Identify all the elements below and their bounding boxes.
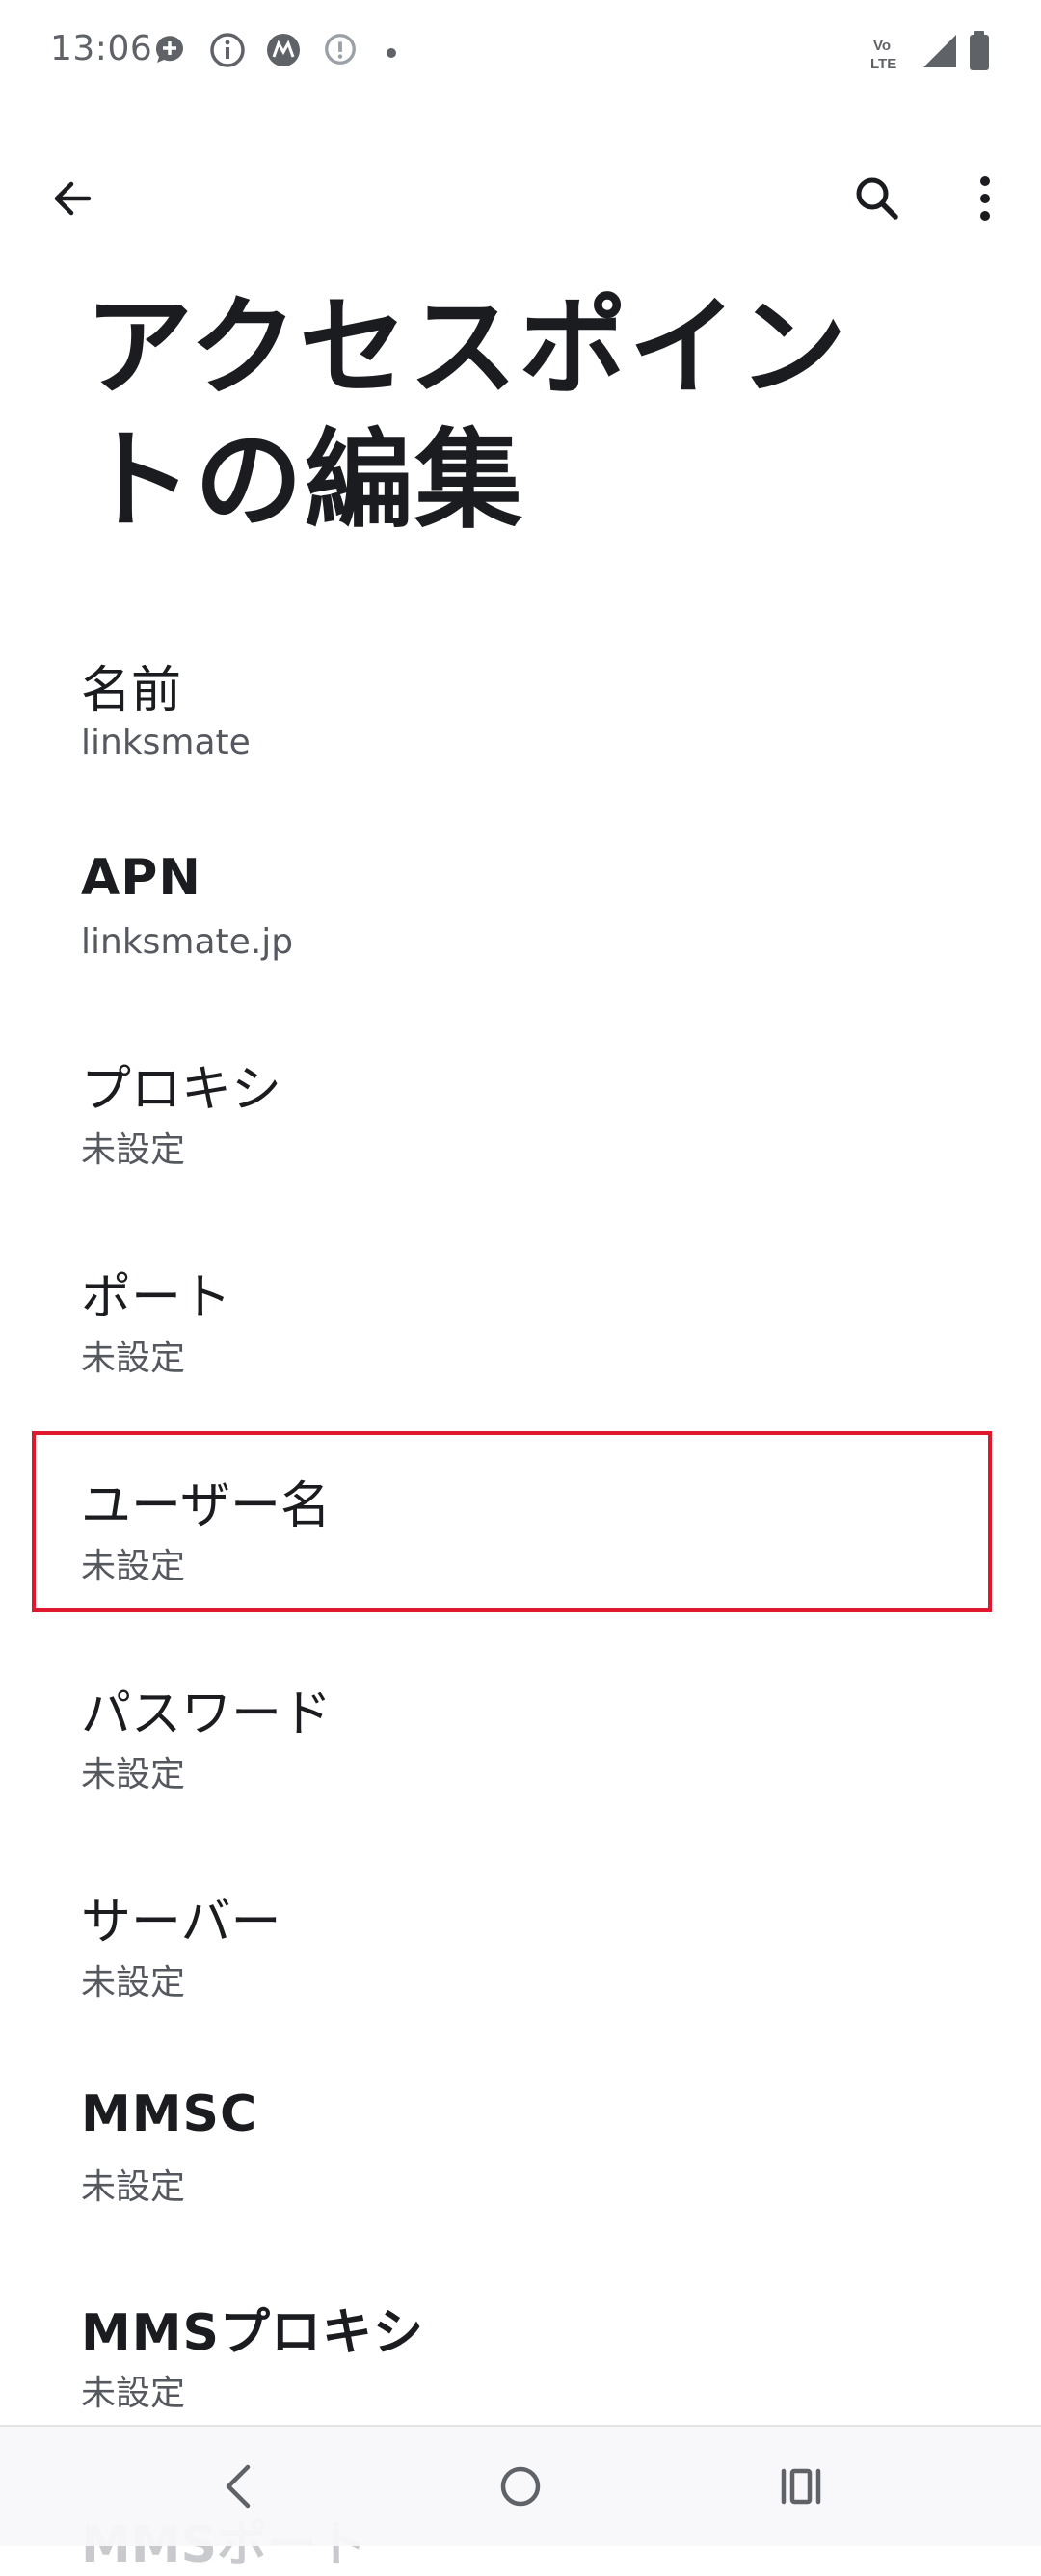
setting-summary: 未設定 xyxy=(81,1963,186,2003)
more-options-button[interactable] xyxy=(950,164,1020,233)
setting-summary: linksmate.jp xyxy=(81,922,294,962)
setting-title: 名前 xyxy=(81,662,182,720)
setting-title: ポート xyxy=(81,1269,232,1327)
setting-mmsc[interactable]: MMSC 未設定 xyxy=(0,2053,1041,2259)
setting-summary: 未設定 xyxy=(81,2167,186,2207)
setting-summary: linksmate xyxy=(81,723,251,762)
setting-title: APN xyxy=(81,849,201,907)
setting-name[interactable]: 名前 linksmate xyxy=(0,617,1041,816)
status-time: 13:06 xyxy=(50,29,153,68)
arrow-back-icon xyxy=(54,181,92,216)
setting-title: パスワード xyxy=(81,1686,333,1743)
nav-back-icon xyxy=(226,2464,251,2509)
volte-icon: Vo LTE xyxy=(868,35,910,77)
setting-summary: 未設定 xyxy=(81,1755,186,1794)
nav-recents-button[interactable] xyxy=(767,2456,835,2517)
battery-icon xyxy=(968,31,991,75)
nav-home-icon xyxy=(500,2466,541,2507)
chat-plus-icon xyxy=(152,31,191,73)
search-icon xyxy=(856,177,898,220)
setting-summary: 未設定 xyxy=(81,1339,186,1378)
setting-summary: 未設定 xyxy=(81,2374,186,2413)
setting-summary: 未設定 xyxy=(81,1130,186,1170)
setting-server[interactable]: サーバー 未設定 xyxy=(0,1848,1041,2053)
nav-home-button[interactable] xyxy=(487,2456,554,2517)
setting-title: サーバー xyxy=(81,1894,281,1952)
search-button[interactable] xyxy=(842,164,912,233)
info-small-icon xyxy=(322,31,359,71)
volte-label-top: Vo xyxy=(873,38,891,54)
setting-title: プロキシ xyxy=(81,1061,282,1119)
nav-back-button[interactable] xyxy=(204,2456,272,2517)
setting-proxy[interactable]: プロキシ 未設定 xyxy=(0,1016,1041,1224)
back-button[interactable] xyxy=(37,164,106,233)
setting-apn[interactable]: APN linksmate.jp xyxy=(0,816,1041,1016)
signal-icon xyxy=(921,33,958,73)
setting-title: MMSプロキシ xyxy=(81,2304,424,2362)
nav-recents-icon xyxy=(781,2468,821,2505)
setting-title: MMSC xyxy=(81,2085,258,2143)
highlight-box xyxy=(32,1431,992,1612)
info-icon xyxy=(208,31,247,73)
page-title: アクセスポイントの編集 xyxy=(85,285,849,544)
dot-icon xyxy=(386,44,397,63)
setting-password[interactable]: パスワード 未設定 xyxy=(0,1640,1041,1848)
navigation-bar xyxy=(0,2425,1041,2546)
setting-port[interactable]: ポート 未設定 xyxy=(0,1224,1041,1432)
more-vert-icon xyxy=(980,176,990,221)
volte-label-bottom: LTE xyxy=(870,56,896,72)
status-bar: 13:06 Vo LTE xyxy=(0,0,1041,104)
motorola-icon xyxy=(264,31,303,73)
